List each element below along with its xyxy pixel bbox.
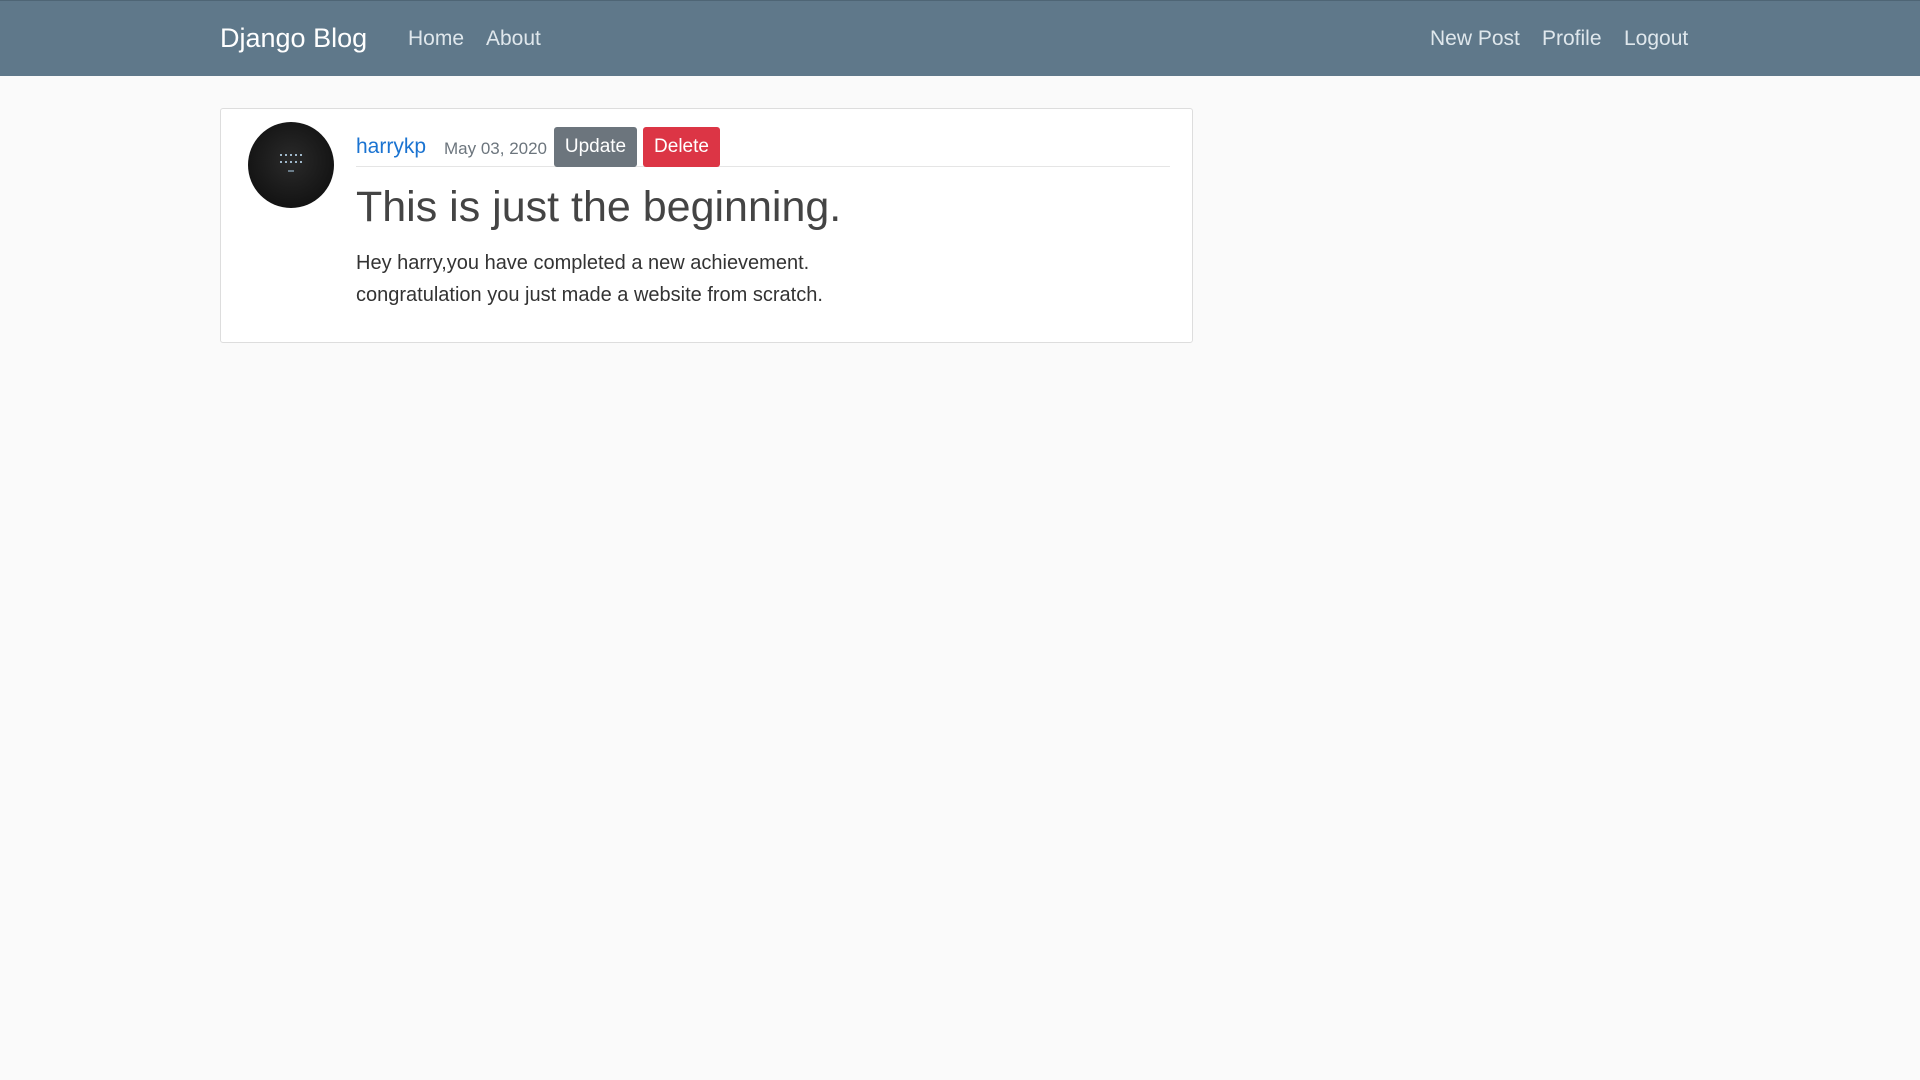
nav-new-post-link[interactable]: New Post [1430, 27, 1520, 51]
post-card: harrykp May 03, 2020 Update Delete This … [220, 108, 1193, 343]
update-button[interactable]: Update [554, 127, 637, 167]
nav-logout-link[interactable]: Logout [1624, 27, 1688, 51]
post-title: This is just the beginning. [356, 183, 842, 231]
brand-link[interactable]: Django Blog [220, 23, 367, 54]
nav-home-link[interactable]: Home [408, 27, 464, 51]
nav-profile-link[interactable]: Profile [1542, 27, 1602, 51]
nav-about-link[interactable]: About [486, 27, 541, 51]
post-content: Hey harry,you have completed a new achie… [356, 252, 823, 306]
avatar-image-pattern [278, 152, 304, 174]
top-navbar: Django Blog Home About New Post Profile … [0, 0, 1920, 76]
post-date: May 03, 2020 [444, 139, 548, 158]
author-link[interactable]: harrykp [356, 135, 426, 159]
author-avatar [248, 122, 334, 208]
post-meta: harrykp May 03, 2020 Update Delete [356, 127, 1170, 167]
delete-button[interactable]: Delete [643, 127, 720, 167]
